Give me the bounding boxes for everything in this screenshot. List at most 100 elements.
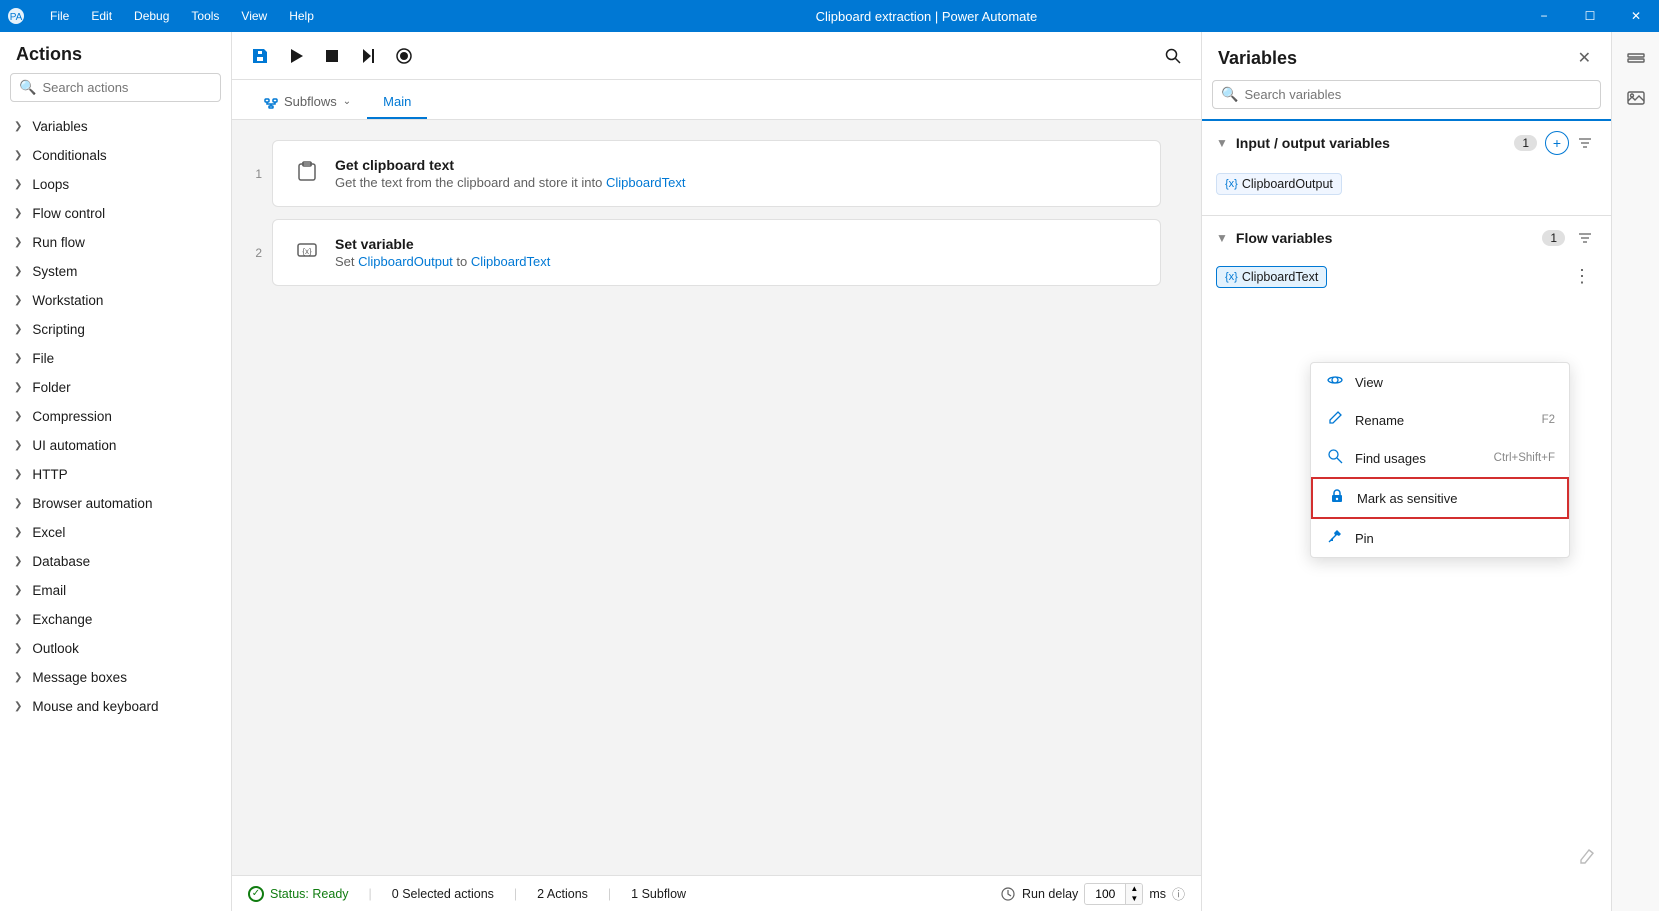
flow-variables-section-header[interactable]: ▼ Flow variables 1: [1202, 216, 1611, 260]
action-group-file[interactable]: ❯ File: [0, 344, 231, 373]
delay-increment-button[interactable]: ▲: [1126, 884, 1142, 894]
action-group-system[interactable]: ❯ System: [0, 257, 231, 286]
action-group-workstation[interactable]: ❯ Workstation: [0, 286, 231, 315]
clipboard-output-chip[interactable]: {x} ClipboardOutput: [1216, 173, 1342, 195]
action-group-exchange[interactable]: ❯ Exchange: [0, 605, 231, 634]
input-output-section-header[interactable]: ▼ Input / output variables 1 +: [1202, 121, 1611, 165]
action-group-label: Loops: [32, 177, 69, 192]
save-button[interactable]: [244, 40, 276, 72]
step-number-1: 1: [242, 167, 262, 181]
menu-tools[interactable]: Tools: [181, 5, 229, 27]
actions-list: ❯ Variables ❯ Conditionals ❯ Loops ❯ Flo…: [0, 112, 231, 911]
add-variable-button[interactable]: +: [1545, 131, 1569, 155]
step-1-title: Get clipboard text: [335, 157, 1140, 173]
search-variables-icon: 🔍: [1221, 86, 1238, 103]
step-button[interactable]: [352, 40, 384, 72]
clipboard-text-row[interactable]: {x} ClipboardText ⋮: [1202, 260, 1611, 293]
maximize-button[interactable]: ☐: [1567, 0, 1613, 32]
flow-step-card-2[interactable]: {x} Set variable Set ClipboardOutput to …: [272, 219, 1161, 286]
flow-vars-section-title: Flow variables: [1236, 230, 1534, 246]
tab-subflows[interactable]: Subflows ⌄: [248, 86, 367, 119]
flow-step-2: 2 {x} Set variable Set ClipboardOutput t…: [272, 219, 1161, 286]
close-button[interactable]: ✕: [1613, 0, 1659, 32]
actions-panel-header: Actions: [0, 32, 231, 73]
window-title: Clipboard extraction | Power Automate: [332, 9, 1521, 24]
chevron-right-icon: ❯: [14, 266, 22, 277]
action-group-browser-automation[interactable]: ❯ Browser automation: [0, 489, 231, 518]
subflows-tab-label: Subflows: [284, 94, 337, 109]
action-group-label: Compression: [32, 409, 112, 424]
filter-variables-button[interactable]: [1573, 131, 1597, 155]
variable-more-button[interactable]: ⋮: [1567, 264, 1597, 289]
action-group-http[interactable]: ❯ HTTP: [0, 460, 231, 489]
flow-variables-section: ▼ Flow variables 1 {x} ClipboardText ⋮: [1202, 215, 1611, 293]
context-menu-rename[interactable]: Rename F2: [1311, 401, 1569, 439]
action-group-loops[interactable]: ❯ Loops: [0, 170, 231, 199]
context-menu: View Rename F2 Find usages Ctrl+Shift+F: [1310, 362, 1570, 558]
step-1-variable-link[interactable]: ClipboardText: [606, 175, 686, 190]
image-button[interactable]: [1618, 80, 1654, 116]
step-2-set-var-link[interactable]: ClipboardOutput: [358, 254, 453, 269]
menu-view[interactable]: View: [231, 5, 277, 27]
status-bar: ✓ Status: Ready | 0 Selected actions | 2…: [232, 875, 1201, 911]
search-canvas-button[interactable]: [1157, 40, 1189, 72]
action-group-email[interactable]: ❯ Email: [0, 576, 231, 605]
action-group-run-flow[interactable]: ❯ Run flow: [0, 228, 231, 257]
context-menu-find-usages[interactable]: Find usages Ctrl+Shift+F: [1311, 439, 1569, 477]
action-group-scripting[interactable]: ❯ Scripting: [0, 315, 231, 344]
menu-edit[interactable]: Edit: [81, 5, 122, 27]
action-group-database[interactable]: ❯ Database: [0, 547, 231, 576]
action-group-variables[interactable]: ❯ Variables: [0, 112, 231, 141]
stop-button[interactable]: [316, 40, 348, 72]
step-2-set-val-link[interactable]: ClipboardText: [471, 254, 551, 269]
action-group-flow-control[interactable]: ❯ Flow control: [0, 199, 231, 228]
action-group-ui-automation[interactable]: ❯ UI automation: [0, 431, 231, 460]
flow-step-card-1[interactable]: Get clipboard text Get the text from the…: [272, 140, 1161, 207]
tabs-bar: Subflows ⌄ Main: [232, 80, 1201, 120]
menu-debug[interactable]: Debug: [124, 5, 179, 27]
action-group-conditionals[interactable]: ❯ Conditionals: [0, 141, 231, 170]
clipboard-text-chip[interactable]: {x} ClipboardText: [1216, 266, 1327, 288]
context-menu-pin[interactable]: Pin: [1311, 519, 1569, 557]
chevron-right-icon: ❯: [14, 556, 22, 567]
context-menu-mark-sensitive[interactable]: Mark as sensitive: [1311, 477, 1569, 519]
action-group-label: Workstation: [32, 293, 103, 308]
run-button[interactable]: [280, 40, 312, 72]
search-actions-box[interactable]: 🔍: [10, 73, 221, 102]
action-group-outlook[interactable]: ❯ Outlook: [0, 634, 231, 663]
variables-panel-close-button[interactable]: ✕: [1574, 44, 1595, 72]
clock-icon: [1000, 886, 1016, 902]
action-group-message-boxes[interactable]: ❯ Message boxes: [0, 663, 231, 692]
menu-help[interactable]: Help: [279, 5, 324, 27]
canvas-content: 1 Get clipboard text Get the text from t…: [232, 120, 1201, 875]
delay-decrement-button[interactable]: ▼: [1126, 894, 1142, 904]
app-icon: PA: [0, 0, 32, 32]
layers-button[interactable]: [1618, 40, 1654, 76]
minimize-button[interactable]: −: [1521, 0, 1567, 32]
input-output-section-count: 1: [1514, 135, 1537, 151]
menu-file[interactable]: File: [40, 5, 79, 27]
search-actions-input[interactable]: [42, 80, 218, 95]
input-output-variables-section: ▼ Input / output variables 1 + {x} Clipb…: [1202, 119, 1611, 207]
subflows-chevron-icon: ⌄: [343, 96, 351, 107]
action-group-label: Conditionals: [32, 148, 106, 163]
search-variables-box[interactable]: 🔍: [1212, 80, 1601, 109]
action-group-folder[interactable]: ❯ Folder: [0, 373, 231, 402]
status-label: Status: Ready: [270, 887, 349, 901]
step-2-content: Set variable Set ClipboardOutput to Clip…: [335, 236, 1140, 269]
record-button[interactable]: [388, 40, 420, 72]
search-variables-input[interactable]: [1244, 87, 1592, 102]
subflow-count: 1 Subflow: [631, 887, 686, 901]
tab-main[interactable]: Main: [367, 86, 427, 119]
action-group-compression[interactable]: ❯ Compression: [0, 402, 231, 431]
filter-flow-vars-button[interactable]: [1573, 226, 1597, 250]
sensitive-icon: [1327, 488, 1347, 508]
action-group-mouse-keyboard[interactable]: ❯ Mouse and keyboard: [0, 692, 231, 721]
chevron-right-icon: ❯: [14, 353, 22, 364]
run-delay-input[interactable]: [1085, 885, 1125, 903]
canvas-area: Subflows ⌄ Main 1 Get clipboard text: [232, 32, 1201, 911]
rename-shortcut: F2: [1542, 414, 1555, 426]
action-group-excel[interactable]: ❯ Excel: [0, 518, 231, 547]
view-icon: [1325, 372, 1345, 392]
context-menu-view[interactable]: View: [1311, 363, 1569, 401]
